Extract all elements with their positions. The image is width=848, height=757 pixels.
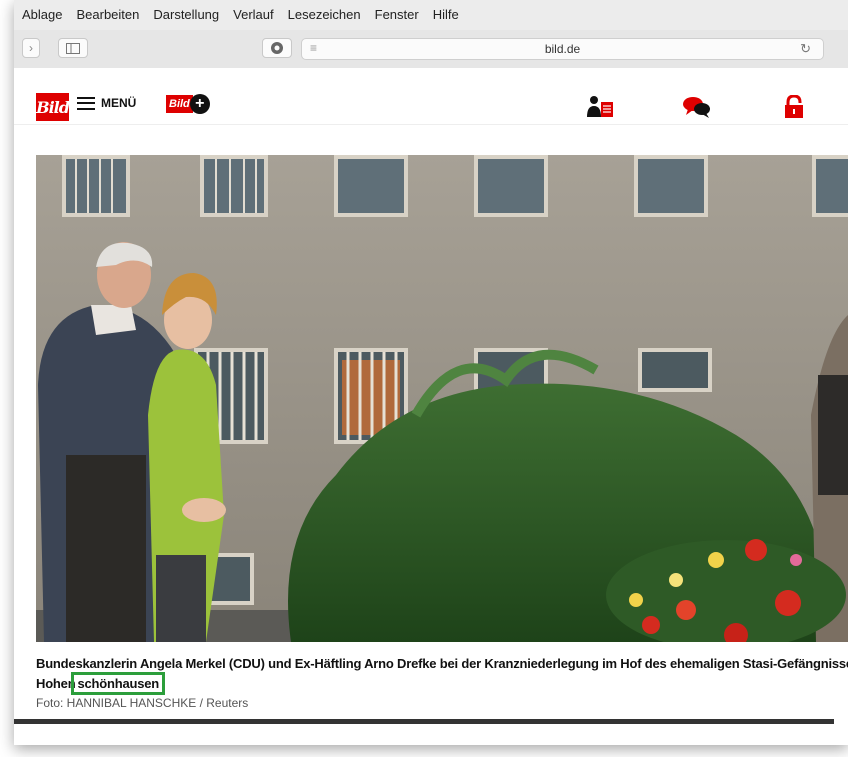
menu-bearbeiten[interactable]: Bearbeiten: [76, 7, 139, 23]
caption-line-1: Bundeskanzlerin Angela Merkel (CDU) und …: [36, 656, 848, 671]
hamburger-icon: [77, 96, 95, 110]
lock-icon[interactable]: [784, 95, 804, 119]
menu-label: MENÜ: [101, 96, 137, 110]
bildplus-logo[interactable]: Bild +: [166, 93, 210, 115]
caption-line-2: Hohen schönhausen: [36, 672, 848, 695]
address-bar[interactable]: ≡ bild.de ↻: [301, 38, 824, 60]
photo-caption: Bundeskanzlerin Angela Merkel (CDU) und …: [36, 654, 848, 695]
highlighted-word: schönhausen: [71, 672, 166, 695]
menu-verlauf[interactable]: Verlauf: [233, 7, 273, 23]
page-bottom-divider: [14, 719, 834, 724]
article-photo: [36, 155, 848, 642]
account-icon[interactable]: [586, 95, 614, 119]
comments-icon[interactable]: [682, 95, 712, 119]
bild-logo[interactable]: Bild: [36, 93, 70, 121]
menu-darstellung[interactable]: Darstellung: [153, 7, 219, 23]
browser-toolbar: › ≡ bild.de ↻: [14, 30, 848, 69]
forward-button[interactable]: ›: [22, 38, 40, 58]
site-header: Bild MENÜ Bild +: [14, 68, 848, 125]
url-text: bild.de: [544, 42, 581, 56]
ghostery-button[interactable]: [262, 38, 292, 58]
reload-icon[interactable]: ↻: [800, 41, 811, 57]
menu-hilfe[interactable]: Hilfe: [433, 7, 459, 23]
chevron-right-icon: ›: [29, 41, 33, 55]
sidebar-button[interactable]: [58, 38, 88, 58]
menu-ablage[interactable]: Ablage: [22, 7, 62, 23]
sidebar-icon: [66, 42, 80, 54]
mac-menubar: Ablage Bearbeiten Darstellung Verlauf Le…: [14, 0, 848, 30]
plus-icon: +: [189, 94, 210, 114]
bildplus-text: Bild: [166, 95, 193, 113]
menu-lesezeichen[interactable]: Lesezeichen: [288, 7, 361, 23]
browser-window: Ablage Bearbeiten Darstellung Verlauf Le…: [14, 0, 848, 745]
photo-credit: Foto: HANNIBAL HANSCHKE / Reuters: [36, 696, 249, 710]
ghostery-icon: [271, 42, 283, 54]
caption-prefix: Hohen: [36, 676, 76, 691]
menu-fenster[interactable]: Fenster: [375, 7, 419, 23]
menu-button[interactable]: MENÜ: [77, 96, 136, 110]
